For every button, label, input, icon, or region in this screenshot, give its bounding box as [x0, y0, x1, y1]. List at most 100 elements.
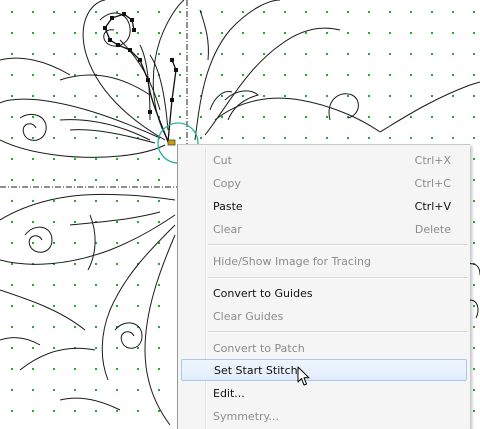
menu-item-label: Convert to Guides: [213, 286, 313, 300]
grid-dot: [284, 53, 286, 55]
grid-dot: [53, 179, 55, 181]
grid-dot: [95, 32, 97, 34]
grid-dot: [116, 74, 118, 76]
path-node-handle[interactable]: [103, 26, 107, 30]
menu-item-convert-to-patch[interactable]: Convert to Patch: [181, 337, 467, 359]
grid-dot: [11, 221, 13, 223]
grid-dot: [158, 389, 160, 391]
grid-dot: [473, 284, 475, 286]
grid-dot: [116, 32, 118, 34]
menu-item-convert-to-guides[interactable]: Convert to Guides: [181, 282, 467, 304]
menu-item-symmetry[interactable]: Symmetry...: [181, 405, 467, 427]
grid-dot: [179, 74, 181, 76]
grid-dot: [74, 53, 76, 55]
path-node-handle[interactable]: [146, 78, 150, 82]
selected-stitch-path[interactable]: [104, 13, 177, 143]
grid-dot: [74, 284, 76, 286]
grid-dot: [11, 242, 13, 244]
menu-item-set-start-stitch[interactable]: Set Start Stitch: [181, 359, 467, 381]
menu-item-paste[interactable]: Paste Ctrl+V: [181, 195, 467, 217]
path-node-handle[interactable]: [174, 68, 178, 72]
grid-dot: [32, 158, 34, 160]
grid-dot: [368, 95, 370, 97]
grid-dot: [200, 32, 202, 34]
path-node-handle[interactable]: [132, 28, 136, 32]
grid-dot: [158, 53, 160, 55]
grid-dot: [326, 116, 328, 118]
grid-dot: [11, 389, 13, 391]
grid-dot: [473, 221, 475, 223]
grid-dot: [158, 179, 160, 181]
path-node-handle[interactable]: [122, 12, 126, 16]
grid-dot: [158, 263, 160, 265]
path-node-handle[interactable]: [138, 58, 142, 62]
path-node-handle[interactable]: [110, 16, 114, 20]
menu-item-copy[interactable]: Copy Ctrl+C: [181, 172, 467, 194]
grid-dot: [473, 116, 475, 118]
menu-item-cut[interactable]: Cut Ctrl+X: [181, 149, 467, 171]
path-node-handle[interactable]: [148, 110, 152, 114]
grid-dot: [11, 410, 13, 412]
grid-dot: [74, 116, 76, 118]
path-node-handle[interactable]: [170, 98, 174, 102]
grid-dot: [32, 326, 34, 328]
grid-dot: [221, 137, 223, 139]
grid-dot: [473, 95, 475, 97]
path-node-handle[interactable]: [128, 48, 132, 52]
grid-dot: [95, 410, 97, 412]
menu-item-label: Cut: [213, 153, 232, 167]
grid-dot: [452, 137, 454, 139]
grid-dot: [32, 284, 34, 286]
grid-dot: [179, 11, 181, 13]
grid-dot: [53, 200, 55, 202]
menu-item-edit[interactable]: Edit...: [181, 382, 467, 404]
menu-item-clear[interactable]: Clear Delete: [181, 218, 467, 240]
grid-dot: [158, 200, 160, 202]
grid-dot: [116, 200, 118, 202]
grid-dot: [473, 242, 475, 244]
grid-dot: [95, 305, 97, 307]
grid-dot: [431, 116, 433, 118]
grid-dot: [137, 200, 139, 202]
grid-dot: [410, 32, 412, 34]
grid-dot: [53, 389, 55, 391]
grid-dot: [137, 305, 139, 307]
grid-dot: [158, 284, 160, 286]
grid-dot: [116, 158, 118, 160]
grid-dot: [11, 11, 13, 13]
path-node-handle[interactable]: [108, 38, 112, 42]
grid-dot: [95, 158, 97, 160]
path-node-handle[interactable]: [170, 58, 174, 62]
grid-dot: [242, 53, 244, 55]
grid-dot: [284, 137, 286, 139]
grid-dot: [53, 410, 55, 412]
grid-dot: [242, 95, 244, 97]
grid-dot: [368, 53, 370, 55]
grid-dot: [32, 347, 34, 349]
grid-dot: [53, 116, 55, 118]
grid-dot: [32, 305, 34, 307]
grid-dot: [137, 410, 139, 412]
path-node-handle[interactable]: [130, 18, 134, 22]
grid-dot: [53, 221, 55, 223]
grid-dot: [32, 74, 34, 76]
grid-dot: [137, 347, 139, 349]
grid-dot: [347, 11, 349, 13]
grid-dot: [473, 179, 475, 181]
start-stitch-marker[interactable]: [167, 139, 176, 146]
grid-dot: [32, 179, 34, 181]
path-node-handle[interactable]: [116, 43, 120, 47]
grid-dot: [431, 32, 433, 34]
menu-item-label: Paste: [213, 199, 243, 213]
menu-item-hide-show-image[interactable]: Hide/Show Image for Tracing: [181, 250, 467, 272]
grid-dot: [137, 179, 139, 181]
grid-dot: [368, 11, 370, 13]
grid-dot: [431, 11, 433, 13]
grid-dot: [326, 53, 328, 55]
menu-item-clear-guides[interactable]: Clear Guides: [181, 305, 467, 327]
grid-dot: [116, 368, 118, 370]
grid-dot: [473, 74, 475, 76]
grid-dot: [116, 347, 118, 349]
context-menu[interactable]: Cut Ctrl+X Copy Ctrl+C Paste Ctrl+V Clea…: [177, 144, 470, 429]
grid-dot: [53, 284, 55, 286]
